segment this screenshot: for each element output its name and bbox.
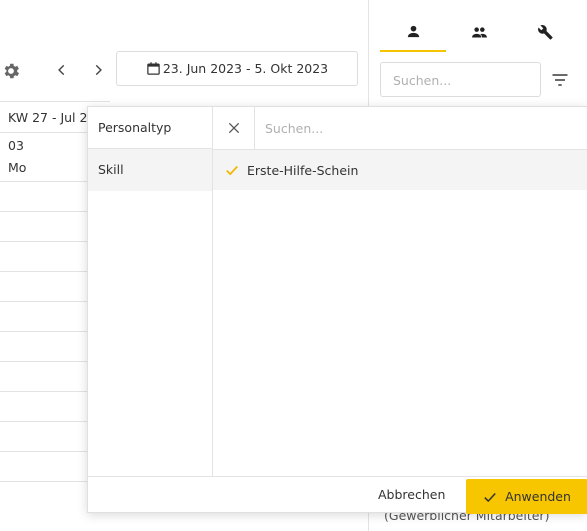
tab-tools[interactable] [512, 12, 578, 52]
resource-search-input[interactable]: Suchen... [380, 62, 541, 97]
chevron-right-icon [95, 64, 102, 76]
clear-search-button[interactable] [213, 107, 255, 149]
row-divider [0, 301, 90, 302]
apply-label: Anwenden [505, 489, 571, 504]
planning-screen: 23. Jun 2023 - 5. Okt 2023 KW 27 - Jul 2… [0, 0, 587, 531]
option-label: Erste-Hilfe-Schein [247, 162, 359, 178]
tab-group[interactable] [446, 12, 512, 52]
checkmark-icon [484, 492, 496, 502]
popover-footer: Abbrechen Anwenden [88, 476, 587, 514]
checkmark-icon [226, 165, 238, 176]
calendar-icon [147, 62, 160, 75]
row-divider [0, 361, 90, 362]
row-divider [0, 391, 90, 392]
category-item-skill[interactable]: Skill [88, 149, 212, 191]
person-icon [407, 25, 419, 37]
day-number: 03 [8, 138, 24, 153]
gear-icon[interactable] [1, 61, 21, 81]
row-divider [0, 481, 90, 482]
filter-icon[interactable] [550, 70, 570, 90]
close-icon [228, 122, 239, 134]
filter-popover: Personaltyp Skill Suchen... Erste-Hilfe-… [87, 106, 587, 514]
row-divider [0, 181, 90, 182]
tab-person[interactable] [380, 12, 446, 52]
category-list: Personaltyp Skill [88, 107, 213, 476]
group-icon [471, 26, 487, 37]
row-divider [0, 421, 90, 422]
next-button[interactable] [86, 58, 110, 82]
row-divider [0, 241, 90, 242]
row-divider [0, 451, 90, 452]
day-name: Mo [8, 160, 27, 175]
cancel-button[interactable]: Abbrechen [378, 487, 445, 502]
option-search-input[interactable]: Suchen... [255, 107, 587, 149]
wrench-icon [537, 24, 553, 40]
date-range-picker[interactable]: 23. Jun 2023 - 5. Okt 2023 [116, 51, 358, 86]
previous-button[interactable] [50, 58, 74, 82]
date-range-text: 23. Jun 2023 - 5. Okt 2023 [162, 61, 329, 76]
category-item-personaltyp[interactable]: Personaltyp [88, 107, 212, 149]
option-item[interactable]: Erste-Hilfe-Schein [213, 150, 587, 190]
row-divider [0, 271, 90, 272]
row-divider [0, 211, 90, 212]
row-divider [0, 331, 90, 332]
chevron-left-icon [58, 64, 65, 76]
apply-button[interactable]: Anwenden [466, 479, 587, 514]
